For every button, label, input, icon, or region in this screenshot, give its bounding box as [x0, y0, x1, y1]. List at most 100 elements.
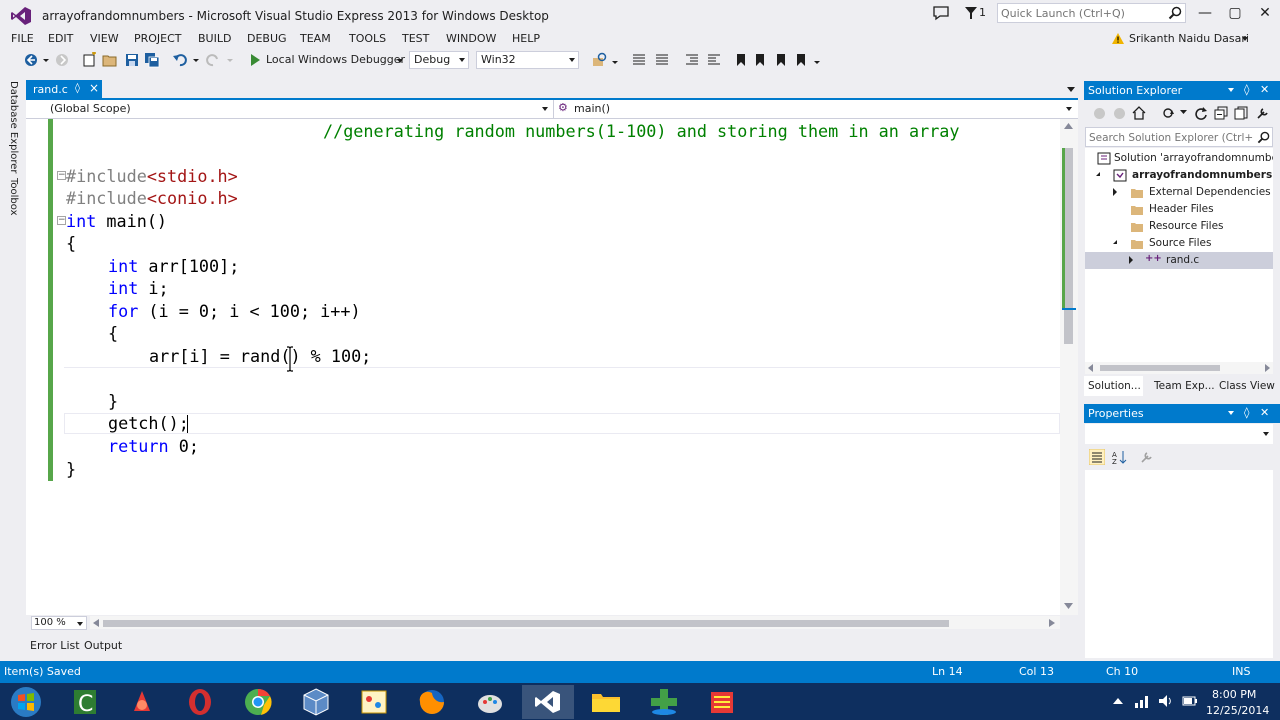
menu-file[interactable]: FILE: [11, 32, 34, 45]
configuration-combo[interactable]: Debug: [409, 51, 469, 69]
horizontal-scroll-thumb[interactable]: [103, 620, 949, 627]
tab-output[interactable]: Output: [84, 639, 122, 652]
solution-search-input[interactable]: [1089, 130, 1254, 145]
alphabetical-icon[interactable]: AZ: [1111, 449, 1127, 465]
debugger-dropdown-icon[interactable]: [397, 59, 403, 63]
fold-toggle-icon[interactable]: −: [57, 171, 66, 180]
menu-test[interactable]: TEST: [402, 32, 429, 45]
close-icon[interactable]: ✕: [1260, 83, 1269, 96]
notifications-button[interactable]: 1: [964, 5, 990, 21]
close-icon[interactable]: ✕: [1260, 406, 1269, 419]
start-debugging-icon[interactable]: [247, 52, 263, 68]
forward-icon[interactable]: [1113, 107, 1126, 120]
taskbar-app-explorer[interactable]: [580, 685, 632, 719]
tree-item-resource-files[interactable]: Resource Files: [1085, 218, 1273, 235]
menu-debug[interactable]: DEBUG: [247, 32, 287, 45]
fold-toggle-icon[interactable]: −: [57, 216, 66, 225]
tree-item-project[interactable]: arrayofrandomnumbers: [1085, 167, 1273, 184]
properties-wrench-icon[interactable]: [1256, 106, 1270, 120]
tab-class-view[interactable]: Class View: [1219, 380, 1275, 392]
prev-bookmark-icon[interactable]: [752, 52, 768, 68]
volume-icon[interactable]: [1158, 693, 1174, 709]
show-all-files-icon[interactable]: [1234, 106, 1248, 120]
taskbar-app-turbo[interactable]: [116, 685, 168, 719]
scroll-up-icon[interactable]: [1064, 123, 1073, 129]
tab-solution[interactable]: Solution...: [1088, 380, 1141, 392]
pin-icon[interactable]: ◊: [75, 83, 80, 94]
tab-rand-c[interactable]: rand.c ◊ ×: [26, 80, 102, 100]
menu-view[interactable]: VIEW: [90, 32, 119, 45]
pin-icon[interactable]: ◊: [1244, 83, 1249, 96]
toolbar-overflow-icon-2[interactable]: [812, 52, 822, 68]
collapse-all-icon[interactable]: [1214, 106, 1228, 120]
taskbar-app-codeblocks[interactable]: C: [58, 685, 110, 719]
expand-arrow-icon[interactable]: [1113, 240, 1117, 244]
save-icon[interactable]: [124, 52, 140, 68]
solution-scroll-thumb[interactable]: [1100, 365, 1220, 371]
outdent-icon[interactable]: [684, 52, 700, 68]
pin-icon[interactable]: ◊: [1244, 406, 1249, 419]
minimize-button[interactable]: —: [1190, 2, 1220, 24]
expand-arrow-icon[interactable]: [1096, 172, 1100, 176]
taskbar-app-paint[interactable]: [348, 685, 400, 719]
chevron-down-icon[interactable]: [1180, 110, 1187, 115]
tree-item-solution[interactable]: Solution 'arrayofrandomnumbers' (1 proje…: [1085, 150, 1273, 167]
sync-view-icon[interactable]: [1162, 106, 1176, 120]
solution-explorer-search[interactable]: [1085, 127, 1273, 147]
indent-icon[interactable]: [706, 52, 722, 68]
scope-combo[interactable]: (Global Scope): [44, 100, 552, 118]
toolbar-overflow-icon[interactable]: [610, 52, 620, 68]
property-pages-icon[interactable]: [1139, 449, 1155, 465]
taskbar-app-tools[interactable]: [464, 685, 516, 719]
vertical-scroll-thumb[interactable]: [1064, 148, 1073, 344]
scroll-left-icon[interactable]: [93, 619, 99, 627]
menu-window[interactable]: WINDOW: [446, 32, 496, 45]
maximize-button[interactable]: ▢: [1220, 2, 1250, 24]
scroll-right-icon[interactable]: [1265, 364, 1270, 372]
tab-error-list[interactable]: Error List: [30, 639, 80, 652]
uncomment-lines-icon[interactable]: [654, 52, 670, 68]
refresh-icon[interactable]: [1194, 106, 1208, 120]
collapse-arrow-icon[interactable]: [1129, 256, 1133, 264]
tray-overflow-icon[interactable]: [1113, 697, 1123, 705]
tab-team-explorer[interactable]: Team Exp...: [1154, 380, 1215, 392]
window-options-icon[interactable]: [1228, 88, 1234, 92]
platform-combo[interactable]: Win32: [476, 51, 579, 69]
database-explorer-tab[interactable]: Database Explorer: [8, 81, 19, 174]
collapse-arrow-icon[interactable]: [1113, 188, 1117, 196]
find-in-files-icon[interactable]: [592, 52, 608, 68]
member-combo[interactable]: ⚙ main(): [553, 100, 1076, 118]
zoom-combo[interactable]: 100 %: [31, 616, 87, 630]
menu-help[interactable]: HELP: [512, 32, 540, 45]
battery-icon[interactable]: [1182, 693, 1198, 709]
user-account[interactable]: Srikanth Naidu Dasari: [1112, 31, 1280, 47]
tree-item-external-deps[interactable]: External Dependencies: [1085, 184, 1273, 201]
back-icon[interactable]: [23, 52, 39, 68]
back-icon[interactable]: [1093, 107, 1106, 120]
taskbar-app-firefox[interactable]: [406, 685, 458, 719]
feedback-icon[interactable]: [932, 5, 950, 21]
taskbar-app-generic[interactable]: [696, 685, 748, 719]
open-file-icon[interactable]: [102, 52, 118, 68]
taskbar-app-chrome[interactable]: [232, 685, 284, 719]
toolbox-tab[interactable]: Toolbox: [8, 178, 19, 216]
quick-launch-input[interactable]: [1001, 6, 1161, 21]
tree-item-header-files[interactable]: Header Files: [1085, 201, 1273, 218]
user-dropdown-icon[interactable]: [1242, 37, 1248, 41]
scroll-left-icon[interactable]: [1088, 364, 1093, 372]
start-button-icon[interactable]: [8, 685, 44, 719]
back-dropdown-icon[interactable]: [42, 52, 50, 68]
search-icon[interactable]: [1168, 6, 1182, 20]
properties-object-combo[interactable]: [1085, 424, 1273, 444]
debugger-label[interactable]: Local Windows Debugger: [266, 53, 405, 66]
clear-bookmarks-icon[interactable]: [793, 52, 809, 68]
scroll-right-icon[interactable]: [1049, 619, 1055, 627]
next-bookmark-icon[interactable]: [773, 52, 789, 68]
redo-dropdown-icon[interactable]: [226, 52, 234, 68]
clock-time[interactable]: 8:00 PM: [1212, 688, 1256, 701]
network-icon[interactable]: [1134, 693, 1150, 709]
menu-edit[interactable]: EDIT: [48, 32, 73, 45]
menu-build[interactable]: BUILD: [198, 32, 231, 45]
quick-launch-box[interactable]: [997, 3, 1186, 23]
scroll-down-icon[interactable]: [1064, 603, 1073, 609]
